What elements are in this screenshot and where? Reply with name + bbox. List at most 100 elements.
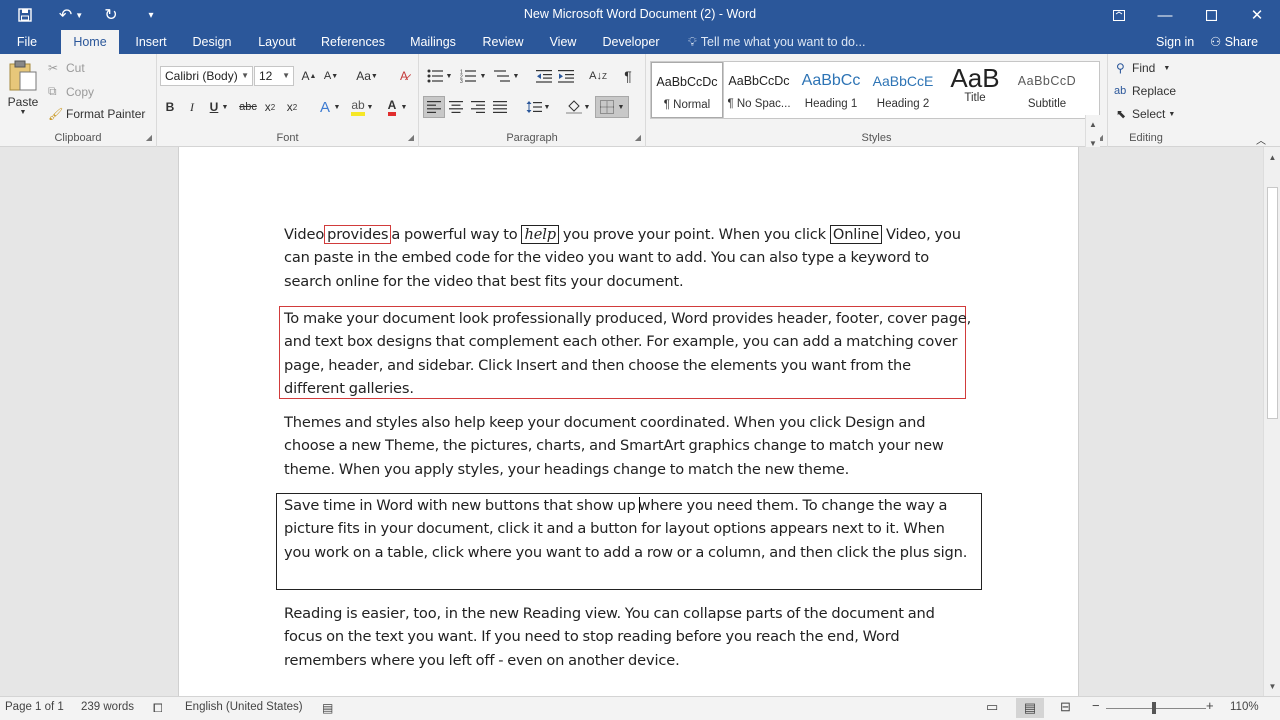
tell-me-box[interactable]: 💡︎ Tell me what you want to do...: [688, 30, 865, 54]
proofing-icon[interactable]: ⧠: [153, 701, 163, 716]
replace-button[interactable]: ab Replace: [1114, 84, 1176, 98]
style-subtitle[interactable]: AaBbCcD Subtitle: [1011, 62, 1083, 118]
chevron-down-icon[interactable]: ▼: [581, 96, 593, 118]
chevron-down-icon[interactable]: ▼: [219, 96, 231, 118]
tab-insert[interactable]: Insert: [128, 30, 174, 54]
style-name: Subtitle: [1027, 98, 1067, 110]
paragraph-4[interactable]: Save time in Word with new buttons that …: [284, 494, 974, 564]
tab-developer[interactable]: Developer: [598, 30, 664, 54]
align-center-icon[interactable]: [445, 96, 467, 118]
bold-icon[interactable]: B: [159, 96, 181, 118]
scrollbar-thumb[interactable]: [1267, 187, 1278, 419]
paragraph-5[interactable]: Reading is easier, too, in the new Readi…: [284, 602, 974, 672]
decrease-indent-icon[interactable]: [533, 65, 555, 87]
web-layout-icon[interactable]: ⊟: [1060, 699, 1071, 715]
page-count[interactable]: Page 1 of 1: [5, 701, 64, 713]
paragraph-3[interactable]: Themes and styles also help keep your do…: [284, 411, 974, 481]
style-heading-2[interactable]: AaBbCcE Heading 2: [867, 62, 939, 118]
tab-references[interactable]: References: [318, 30, 388, 54]
chevron-down-icon[interactable]: ▼: [364, 96, 376, 118]
maximize-icon[interactable]: [1188, 0, 1234, 30]
minimize-icon[interactable]: —: [1142, 0, 1188, 30]
italic-icon[interactable]: I: [181, 96, 203, 118]
zoom-slider-thumb[interactable]: [1152, 702, 1156, 714]
paste-button[interactable]: Paste ▼: [6, 60, 40, 124]
tab-file[interactable]: File: [6, 30, 48, 54]
zoom-level[interactable]: 110%: [1230, 701, 1259, 713]
document-area: Video provides a powerful way to help you …: [0, 147, 1280, 696]
tab-view[interactable]: View: [546, 30, 580, 54]
superscript-icon[interactable]: x2: [281, 96, 303, 118]
style-heading-1[interactable]: AaBbCc Heading 1: [795, 62, 867, 118]
strikethrough-icon[interactable]: abc: [237, 96, 259, 118]
tab-layout[interactable]: Layout: [252, 30, 302, 54]
increase-indent-icon[interactable]: [555, 65, 577, 87]
font-size-combo[interactable]: 12 ▼: [254, 66, 294, 86]
copy-button[interactable]: ⧉ Copy: [48, 84, 94, 99]
chevron-up-icon[interactable]: ▲: [1264, 149, 1280, 165]
tab-review[interactable]: Review: [478, 30, 528, 54]
chevron-down-icon[interactable]: ▼: [398, 96, 410, 118]
find-button[interactable]: ⚲ Find ▼: [1116, 61, 1170, 75]
macro-recording-icon[interactable]: ▤: [322, 701, 333, 715]
font-group-label: Font: [276, 132, 299, 144]
format-painter-button[interactable]: 🖌︎ Format Painter: [48, 107, 145, 121]
clipboard-group-label: Clipboard: [54, 132, 102, 144]
word-count[interactable]: 239 words: [81, 701, 134, 713]
borders-icon[interactable]: ▼: [595, 96, 629, 118]
chevron-down-icon: ▼: [241, 71, 249, 80]
style-name: Heading 2: [876, 98, 930, 110]
show-formatting-marks-icon[interactable]: ¶: [617, 65, 639, 87]
style-title[interactable]: AaB Title: [939, 62, 1011, 118]
chevron-up-icon[interactable]: ▲: [1089, 120, 1097, 129]
tab-design[interactable]: Design: [186, 30, 238, 54]
ribbon-tabs: File Home Insert Design Layout Reference…: [0, 30, 1280, 54]
paragraph-group: ▼ 123 ▼ ▼ A↓ Z ¶ ▼ ▼ ▼ Paragraph ◢: [419, 54, 646, 147]
grow-font-icon[interactable]: A ▲: [298, 65, 320, 87]
style-no-spacing[interactable]: AaBbCcDc ¶ No Spac...: [723, 62, 795, 118]
chevron-down-icon[interactable]: ▼: [541, 96, 553, 118]
document-page[interactable]: Video provides a powerful way to help you …: [178, 147, 1079, 696]
share-button[interactable]: ⚇ Share: [1210, 30, 1258, 54]
title-bar: ↶ ▼ ↻ ▾ New Microsoft Word Document (2) -…: [0, 0, 1280, 30]
chevron-down-icon[interactable]: ▼: [477, 65, 489, 87]
tab-home[interactable]: Home: [61, 30, 119, 54]
shrink-font-icon[interactable]: A ▼: [320, 65, 342, 87]
change-case-icon[interactable]: Aa ▼: [353, 65, 381, 87]
chevron-down-icon[interactable]: ▼: [510, 65, 522, 87]
ribbon-display-options-icon[interactable]: [1096, 0, 1142, 30]
chevron-down-icon[interactable]: ▼: [331, 96, 343, 118]
tab-mailings[interactable]: Mailings: [405, 30, 461, 54]
vertical-scrollbar[interactable]: ▲ ▼: [1263, 147, 1280, 696]
justify-icon[interactable]: [489, 96, 511, 118]
select-button[interactable]: ⬉ Select ▼: [1116, 107, 1175, 121]
subscript-icon[interactable]: x2: [259, 96, 281, 118]
cut-button[interactable]: ✂ Cut: [48, 61, 85, 75]
sign-in-link[interactable]: Sign in: [1156, 30, 1194, 54]
dialog-launcher-icon[interactable]: ◢: [408, 133, 414, 142]
chevron-down-icon[interactable]: ▼: [1264, 678, 1280, 694]
ribbon: Paste ▼ ✂ Cut ⧉ Copy 🖌︎ Format Painter Clip…: [0, 54, 1280, 173]
language[interactable]: English (United States): [185, 701, 303, 713]
chevron-down-icon[interactable]: ▼: [443, 65, 455, 87]
zoom-in-icon[interactable]: +: [1206, 698, 1214, 713]
paragraph-2[interactable]: To make your document look professionall…: [284, 307, 974, 401]
align-left-icon[interactable]: [423, 96, 445, 118]
zoom-slider-track[interactable]: [1106, 708, 1206, 709]
sort-icon[interactable]: A↓ Z: [587, 65, 609, 87]
zoom-out-icon[interactable]: −: [1092, 698, 1100, 713]
collapse-ribbon-icon[interactable]: ︿: [1256, 132, 1266, 147]
person-icon: ⚇: [1210, 35, 1222, 49]
style-sample: AaBbCcD: [1017, 74, 1077, 88]
close-icon[interactable]: ✕: [1234, 0, 1280, 30]
dialog-launcher-icon[interactable]: ◢: [635, 133, 641, 142]
print-layout-icon[interactable]: ▤: [1016, 698, 1044, 718]
numbering-icon[interactable]: 123: [457, 65, 479, 87]
read-mode-icon[interactable]: ▭: [986, 699, 998, 715]
clear-formatting-icon[interactable]: A̷: [393, 65, 415, 87]
align-right-icon[interactable]: [467, 96, 489, 118]
dialog-launcher-icon[interactable]: ◢: [146, 133, 152, 142]
paragraph-1[interactable]: Video provides a powerful way to help you …: [284, 223, 974, 293]
style-normal[interactable]: AaBbCcDc ¶ Normal: [650, 61, 724, 119]
font-name-combo[interactable]: Calibri (Body) ▼: [160, 66, 253, 86]
